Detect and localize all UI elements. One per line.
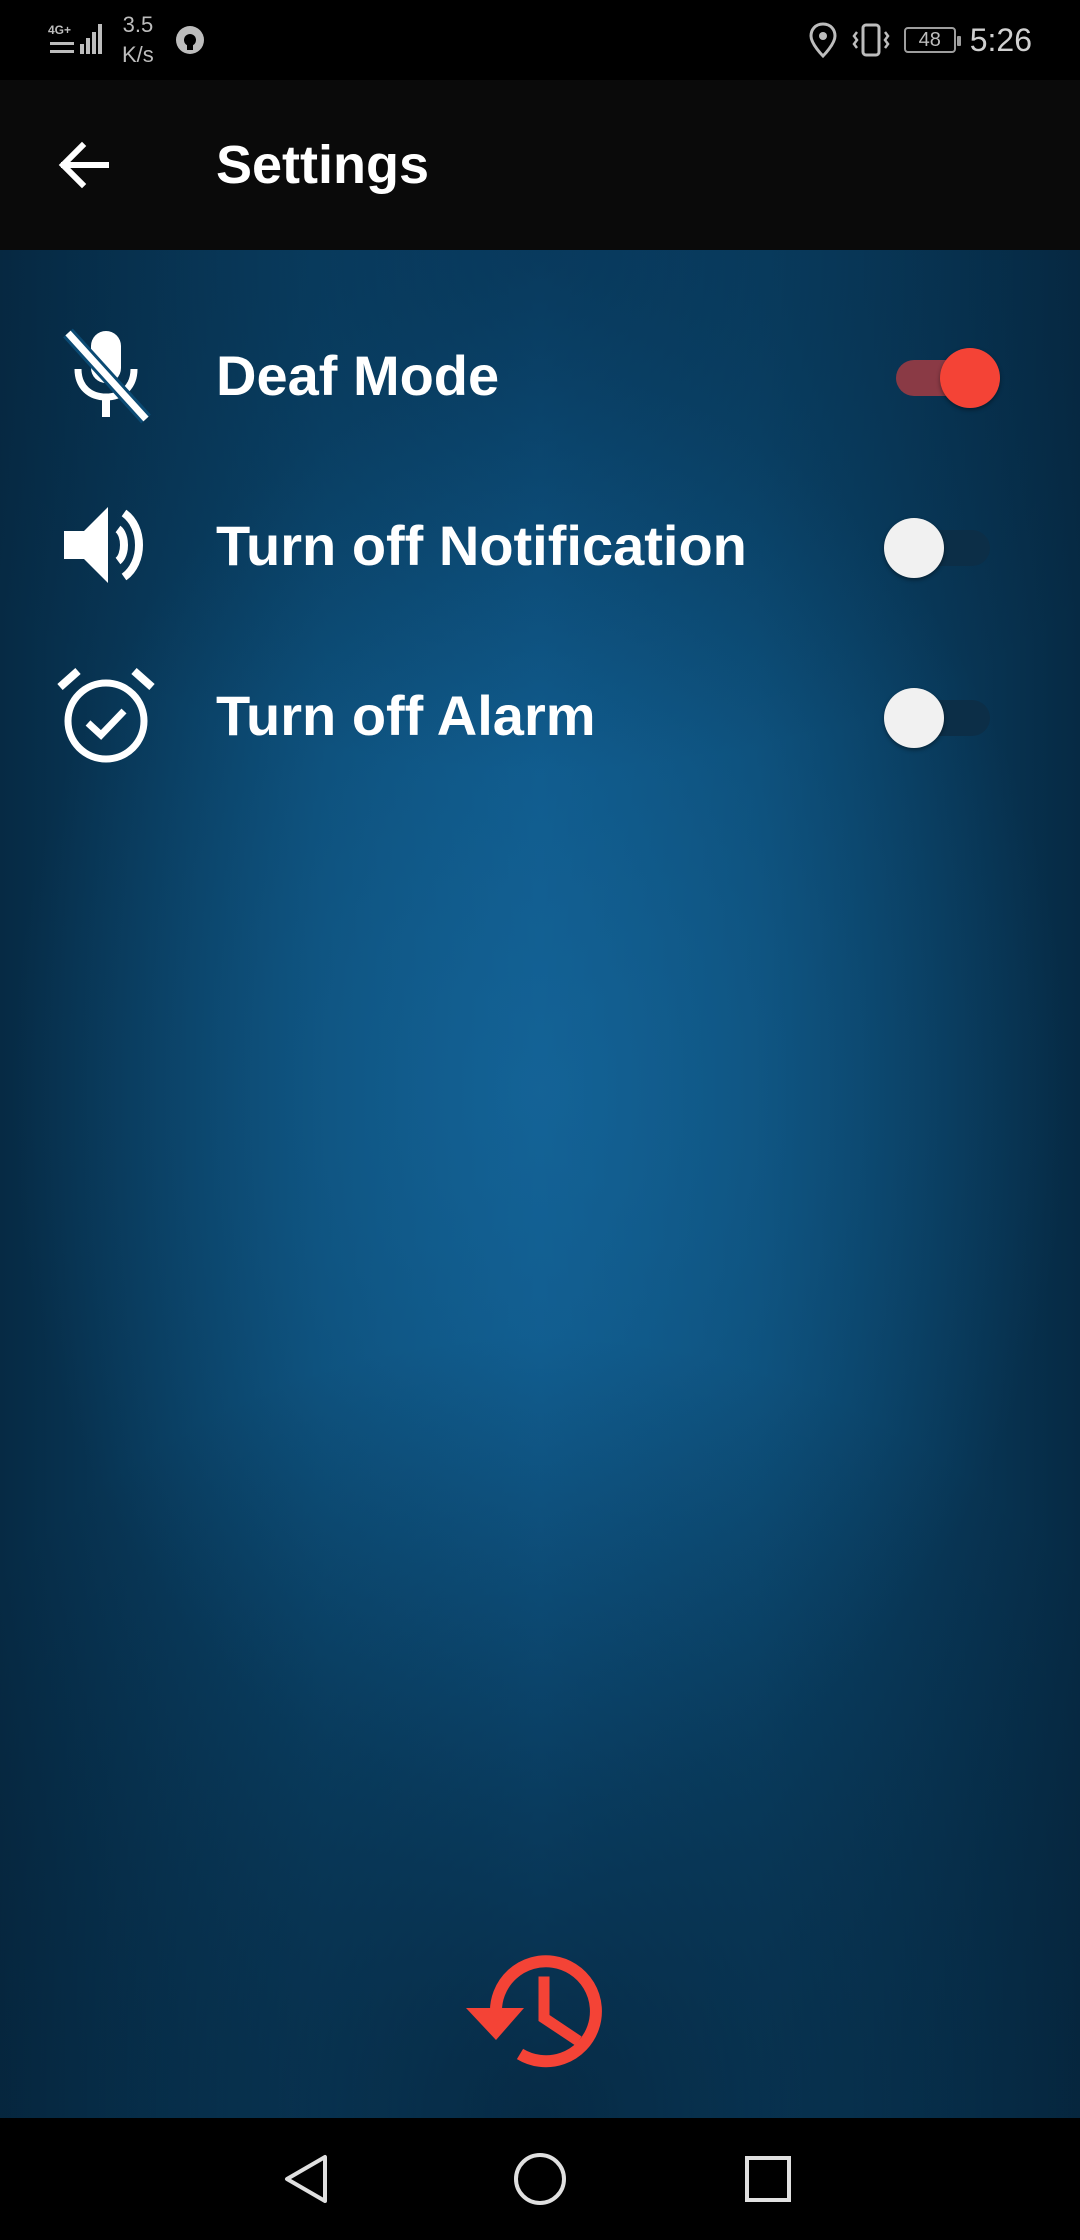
battery-icon: 48	[903, 27, 961, 53]
speed-value: 3.5	[122, 12, 154, 37]
deaf-mode-toggle[interactable]	[890, 345, 1000, 408]
nav-recents-icon	[745, 2156, 791, 2202]
alarm-toggle[interactable]	[884, 685, 994, 748]
nav-recents-button[interactable]	[733, 2144, 803, 2214]
page-title: Settings	[216, 135, 430, 195]
toggle-thumb	[884, 688, 944, 748]
nav-back-button[interactable]	[272, 2144, 342, 2214]
setting-row-deaf-mode: Deaf Mode	[0, 300, 1080, 450]
back-button[interactable]	[44, 130, 124, 200]
setting-label: Turn off Notification	[216, 513, 747, 577]
history-icon	[466, 1955, 602, 2068]
setting-row-notification: Turn off Notification	[0, 470, 1080, 620]
status-bar: 4G+ 3.5 K/s 48 5:26	[0, 0, 1080, 80]
network-type: 4G+	[48, 23, 71, 37]
nav-back-icon	[285, 2155, 327, 2203]
settings-content: Deaf Mode Turn off Notification Turn off…	[0, 250, 1080, 2118]
setting-label: Deaf Mode	[216, 343, 500, 407]
app-bar: Settings	[0, 80, 1080, 250]
arrow-left-icon	[58, 141, 109, 189]
setting-row-alarm: Turn off Alarm	[0, 640, 1080, 790]
mic-off-icon	[56, 325, 156, 425]
status-right: 48 5:26	[808, 14, 1032, 66]
location-icon	[809, 22, 837, 58]
nav-home-icon	[514, 2153, 566, 2205]
network-speed: 3.5 K/s	[122, 10, 154, 70]
signal-icon: 4G+	[48, 23, 102, 54]
history-button[interactable]	[462, 1942, 612, 2082]
notification-toggle[interactable]	[884, 515, 994, 578]
vibrate-icon	[852, 23, 890, 57]
system-nav-bar	[0, 2118, 1080, 2240]
battery-level: 48	[918, 28, 941, 51]
volume-icon	[56, 495, 156, 595]
alarm-check-icon	[56, 665, 156, 765]
clock: 5:26	[969, 21, 1032, 58]
nav-home-button[interactable]	[505, 2144, 575, 2214]
setting-label: Turn off Alarm	[216, 683, 596, 747]
toggle-thumb	[940, 348, 1000, 408]
app-notification-icon	[176, 26, 204, 54]
toggle-thumb	[884, 518, 944, 578]
speed-unit: K/s	[122, 42, 154, 67]
settings-screen: 4G+ 3.5 K/s 48 5:26 Settings Deaf Mode T…	[0, 0, 1080, 2240]
